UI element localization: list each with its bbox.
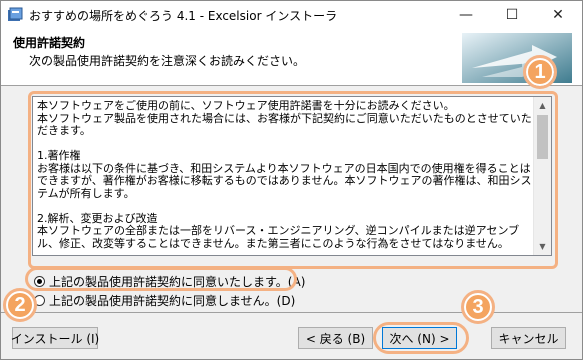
radio-decline[interactable]: 上記の製品使用許諾契約に同意しません。(D) — [34, 292, 295, 308]
annotation-ring-3 — [461, 290, 495, 324]
page-subtitle: 次の製品使用許諾契約を注意深くお読みください。 — [29, 54, 306, 68]
annotation-ring-2 — [3, 288, 37, 322]
wizard-header: 使用許諾契約 次の製品使用許諾契約を注意深くお読みください。 — [1, 29, 582, 86]
minimize-button[interactable]: — — [443, 1, 489, 29]
close-button[interactable]: ✕ — [535, 1, 581, 29]
title-bar[interactable]: おすすめの場所をめぐろう 4.1 - Excelsior インストーラ — ☐ … — [1, 1, 582, 29]
installer-app-icon — [8, 7, 23, 21]
cancel-button[interactable]: キャンセル — [491, 327, 566, 349]
annotation-ring-1 — [523, 55, 557, 89]
page-title: 使用許諾契約 — [13, 36, 86, 50]
back-button[interactable]: < 戻る (B) — [298, 327, 373, 349]
footer-divider — [1, 312, 582, 313]
install-button[interactable]: インストール (I) — [11, 327, 99, 349]
window-title: おすすめの場所をめぐろう 4.1 - Excelsior インストーラ — [29, 9, 338, 23]
annotation-highlight-next — [373, 322, 469, 354]
radio-decline-label[interactable]: 上記の製品使用許諾契約に同意しません。(D) — [49, 292, 295, 309]
annotation-highlight-license — [28, 91, 558, 269]
maximize-button[interactable]: ☐ — [489, 1, 535, 29]
installer-window: おすすめの場所をめぐろう 4.1 - Excelsior インストーラ — ☐ … — [0, 0, 583, 360]
annotation-highlight-accept — [25, 267, 297, 291]
